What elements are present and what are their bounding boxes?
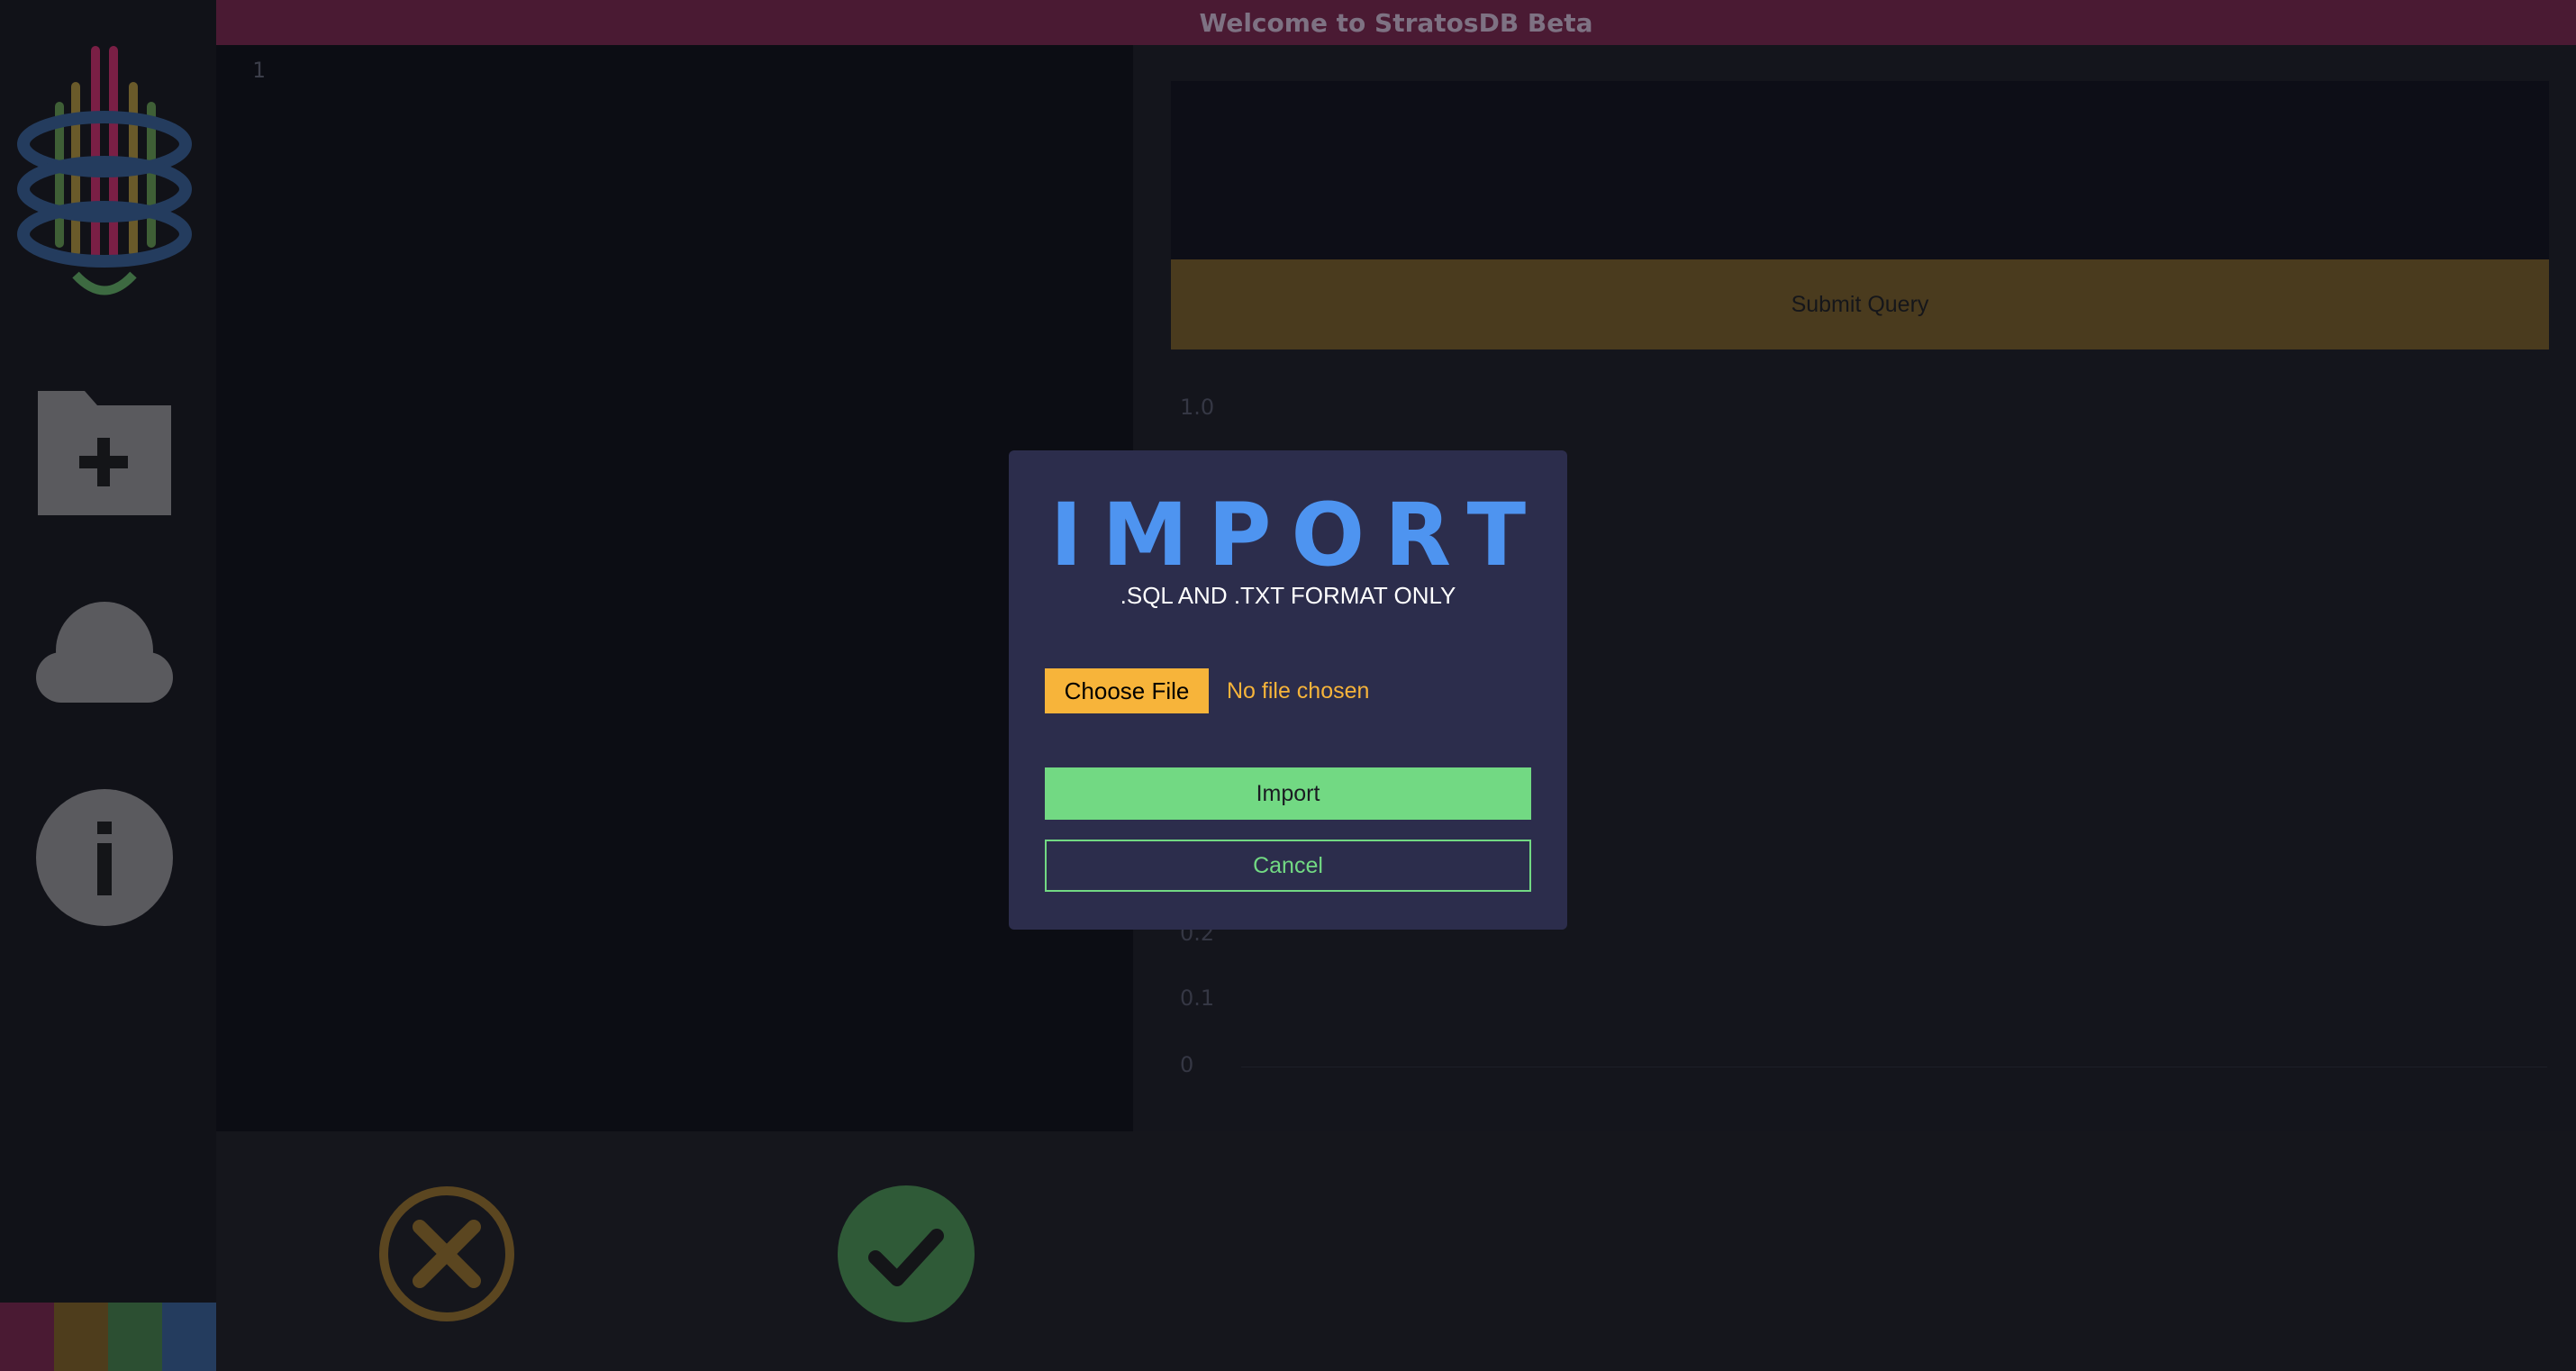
swatch-blue (162, 1303, 216, 1371)
cancel-icon[interactable] (378, 1185, 515, 1322)
folder-plus-icon[interactable] (36, 378, 173, 515)
import-button[interactable]: Import (1045, 767, 1531, 820)
cancel-button[interactable]: Cancel (1045, 840, 1531, 892)
y-tick-label: 0 (1180, 1052, 1194, 1077)
import-modal: IMPORT .SQL AND .TXT FORMAT ONLY Choose … (1009, 450, 1567, 930)
info-icon[interactable] (36, 789, 173, 926)
modal-title: IMPORT (1049, 485, 1547, 586)
app-window: Welcome to StratosDB Beta 1 Submit Query… (0, 0, 2576, 1371)
swatch-red (0, 1303, 54, 1371)
sql-editor[interactable]: 1 (216, 45, 1133, 1131)
check-icon[interactable] (838, 1185, 975, 1322)
file-input-row: Choose File No file chosen (1045, 668, 1369, 713)
line-number: 1 (252, 58, 266, 83)
file-status-text: No file chosen (1227, 677, 1370, 704)
cloud-icon[interactable] (36, 584, 173, 721)
swatch-green (108, 1303, 162, 1371)
modal-subtitle: .SQL AND .TXT FORMAT ONLY (1120, 582, 1456, 609)
app-title: Welcome to StratosDB Beta (1199, 7, 1593, 38)
color-swatches (0, 1303, 216, 1371)
sidebar (0, 0, 216, 1371)
choose-file-button[interactable]: Choose File (1045, 668, 1209, 713)
swatch-orange (54, 1303, 108, 1371)
bottom-action-bar (216, 1131, 2576, 1371)
y-tick-label: 0.1 (1180, 985, 1215, 1011)
query-output-box[interactable] (1171, 81, 2549, 259)
title-bar: Welcome to StratosDB Beta (216, 0, 2576, 45)
submit-query-button[interactable]: Submit Query (1171, 259, 2549, 350)
y-tick-label: 1.0 (1180, 395, 1215, 420)
stratosdb-logo-icon (16, 45, 193, 297)
